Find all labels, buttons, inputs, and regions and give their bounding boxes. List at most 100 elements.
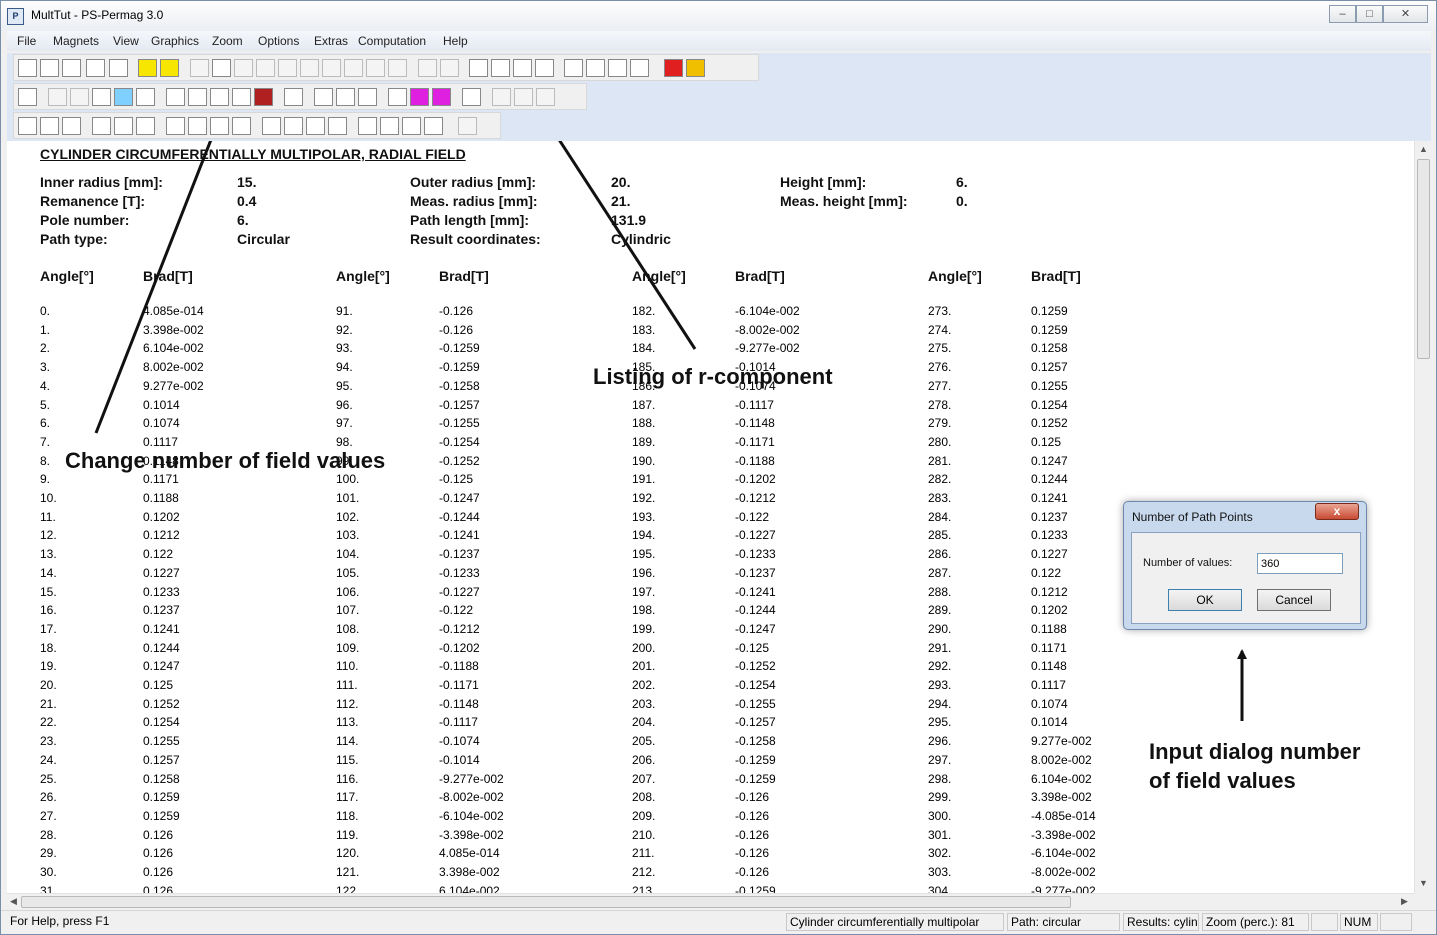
save-icon[interactable] — [62, 59, 81, 77]
listing-r-component-icon[interactable] — [469, 59, 488, 77]
filter-2-icon[interactable] — [380, 117, 399, 135]
plot-1-icon[interactable] — [262, 117, 281, 135]
menu-file[interactable]: File — [17, 34, 36, 48]
menu-help[interactable]: Help — [443, 34, 468, 48]
text-export-icon[interactable] — [86, 59, 105, 77]
graph-4-icon[interactable] — [630, 59, 649, 77]
ok-button[interactable]: OK — [1168, 589, 1242, 611]
number-of-values-icon[interactable] — [210, 88, 229, 106]
td-icon[interactable] — [160, 59, 179, 77]
histogram-icon[interactable] — [92, 88, 111, 106]
marker-icon[interactable] — [232, 88, 251, 106]
disabled-tool-1-icon[interactable] — [492, 88, 511, 106]
plot-4-icon[interactable] — [328, 117, 347, 135]
magnet-type-2-icon[interactable] — [212, 59, 231, 77]
horizontal-scrollbar[interactable]: ◀ ▶ — [7, 893, 1414, 909]
vertical-scrollbar[interactable]: ▲ ▼ — [1414, 141, 1431, 893]
path-g-icon[interactable] — [136, 117, 155, 135]
tp-icon[interactable] — [138, 59, 157, 77]
magnet-type-10-icon[interactable] — [388, 59, 407, 77]
dialog-body: Number of values: OK Cancel — [1131, 532, 1361, 624]
magnet-type-4-icon[interactable] — [256, 59, 275, 77]
magnet-type-1-icon[interactable] — [190, 59, 209, 77]
status-path: Path: circular — [1007, 913, 1120, 931]
maximize-button[interactable]: □ — [1356, 5, 1383, 23]
scroll-right-icon[interactable]: ▶ — [1401, 896, 1408, 907]
magnet-type-9-icon[interactable] — [366, 59, 385, 77]
axis-icon[interactable] — [188, 88, 207, 106]
graph-1-icon[interactable] — [564, 59, 583, 77]
path-b-icon[interactable] — [114, 117, 133, 135]
menu-options[interactable]: Options — [258, 34, 299, 48]
field-g-icon[interactable] — [62, 117, 81, 135]
menu-magnets[interactable]: Magnets — [53, 34, 99, 48]
graph-2-icon[interactable] — [586, 59, 605, 77]
stop-icon[interactable] — [664, 59, 683, 77]
filter-1-icon[interactable] — [358, 117, 377, 135]
so-icon[interactable] — [336, 88, 355, 106]
menu-graphics[interactable]: Graphics — [151, 34, 199, 48]
title-bar: P MultTut - PS-Permag 3.0 – □ ✕ — [1, 1, 1436, 31]
menu-extras[interactable]: Extras — [314, 34, 348, 48]
listing-abs-icon[interactable] — [535, 59, 554, 77]
coord-3-icon[interactable] — [210, 117, 229, 135]
magnet-type-3-icon[interactable] — [234, 59, 253, 77]
menu-zoom[interactable]: Zoom — [212, 34, 243, 48]
plot-2-icon[interactable] — [284, 117, 303, 135]
io-icon[interactable] — [314, 88, 333, 106]
layers-icon[interactable] — [18, 88, 37, 106]
curve-icon[interactable] — [70, 88, 89, 106]
coord-4-icon[interactable] — [232, 117, 251, 135]
grid-icon[interactable] — [166, 88, 185, 106]
path-a-icon[interactable] — [92, 117, 111, 135]
scroll-left-icon[interactable]: ◀ — [10, 896, 17, 907]
plus-minus-icon[interactable] — [388, 88, 407, 106]
field-a-icon[interactable] — [18, 117, 37, 135]
path-points-dialog: Number of Path Points x Number of values… — [1123, 501, 1367, 630]
horizontal-scroll-thumb[interactable] — [21, 896, 1071, 908]
close-window-button[interactable]: ✕ — [1383, 5, 1428, 23]
field-b-icon[interactable] — [40, 117, 59, 135]
magnet-type-6-icon[interactable] — [300, 59, 319, 77]
magnet-type-12-icon[interactable] — [440, 59, 459, 77]
bar-chart-icon[interactable] — [48, 88, 67, 106]
go-icon[interactable] — [686, 59, 705, 77]
coord-1-icon[interactable] — [166, 117, 185, 135]
scroll-up-icon[interactable]: ▲ — [1419, 144, 1428, 154]
color-map-icon[interactable] — [114, 88, 133, 106]
number-of-values-input[interactable] — [1257, 553, 1343, 574]
vertical-scroll-thumb[interactable] — [1417, 159, 1430, 359]
diagonal-icon[interactable] — [462, 88, 481, 106]
print-icon[interactable] — [109, 59, 128, 77]
plot-3-icon[interactable] — [306, 117, 325, 135]
cancel-button[interactable]: Cancel — [1257, 589, 1331, 611]
new-file-icon[interactable] — [18, 59, 37, 77]
menu-view[interactable]: View — [113, 34, 139, 48]
filter-4-icon[interactable] — [424, 117, 443, 135]
magnet-type-8-icon[interactable] — [344, 59, 363, 77]
listing-phi-component-icon[interactable] — [491, 59, 510, 77]
magnet-type-5-icon[interactable] — [278, 59, 297, 77]
magnet-type-7-icon[interactable] — [322, 59, 341, 77]
open-file-icon[interactable] — [40, 59, 59, 77]
status-help-text: For Help, press F1 — [10, 914, 110, 928]
label-icon[interactable] — [254, 88, 273, 106]
di-icon[interactable] — [358, 88, 377, 106]
minimize-button[interactable]: – — [1329, 5, 1356, 23]
coord-2-icon[interactable] — [188, 117, 207, 135]
font-icon[interactable] — [136, 88, 155, 106]
magnet-type-11-icon[interactable] — [418, 59, 437, 77]
disabled-tool-2-icon[interactable] — [514, 88, 533, 106]
toolbar-row-3 — [13, 112, 501, 139]
graph-3-icon[interactable] — [608, 59, 627, 77]
table-icon[interactable] — [284, 88, 303, 106]
menu-computation[interactable]: Computation — [358, 34, 426, 48]
plus-icon[interactable] — [410, 88, 429, 106]
dialog-close-button[interactable]: x — [1315, 503, 1359, 520]
disabled-tool-4-icon[interactable] — [458, 117, 477, 135]
scroll-down-icon[interactable]: ▼ — [1419, 878, 1428, 888]
disabled-tool-3-icon[interactable] — [536, 88, 555, 106]
filter-3-icon[interactable] — [402, 117, 421, 135]
listing-z-component-icon[interactable] — [513, 59, 532, 77]
minus-icon[interactable] — [432, 88, 451, 106]
